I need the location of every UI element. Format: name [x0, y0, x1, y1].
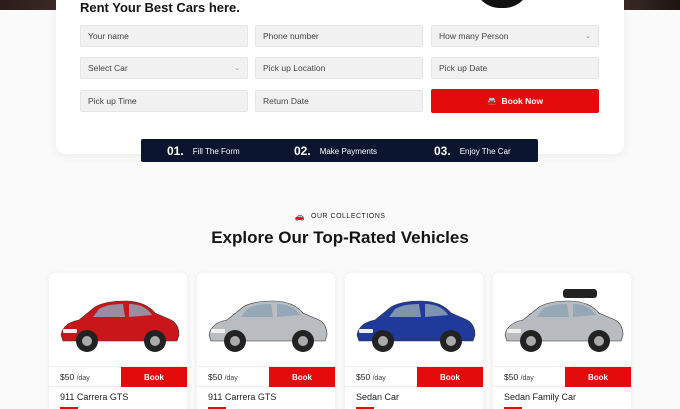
price-row: $50 /day Book [197, 366, 335, 387]
chevron-down-icon: ⌄ [585, 33, 591, 40]
car-hub-rear [150, 336, 160, 346]
hero-image-edge-right [624, 0, 680, 10]
return-date-placeholder: Return Date [263, 96, 309, 106]
price-unit: /day [372, 375, 386, 382]
pickup-time-placeholder: Pick up Time [88, 96, 137, 106]
car-headlight [359, 329, 373, 333]
book-now-button[interactable]: 🚘 Book Now [431, 89, 599, 113]
car-icon: 🚗 [294, 212, 306, 221]
step-label: Fill The Form [192, 146, 240, 156]
price: $50 /day [356, 372, 386, 382]
car-hub-rear [446, 336, 456, 346]
pickup-location-field[interactable]: Pick up Location [255, 57, 423, 79]
price-row: $50 /day Book [493, 366, 631, 387]
vehicle-card[interactable]: $50 /day Book 911 Carrera GTS [49, 273, 187, 409]
phone-placeholder: Phone number [263, 31, 319, 41]
vehicle-name[interactable]: 911 Carrera GTS [208, 392, 276, 402]
persons-select[interactable]: How many Person ⌄ [431, 25, 599, 47]
car-hub-rear [298, 336, 308, 346]
car-headlight [211, 329, 225, 333]
pickup-time-field[interactable]: Pick up Time [80, 90, 248, 112]
car-select[interactable]: Select Car ⌄ [80, 57, 248, 79]
booking-title: Rent Your Best Cars here. [80, 0, 240, 15]
book-now-label: Book Now [501, 96, 544, 106]
hero-car-image [474, 0, 530, 8]
vehicle-name[interactable]: Sedan Family Car [504, 392, 576, 402]
roof-box [563, 289, 597, 298]
price: $50 /day [208, 372, 238, 382]
car-hub-front [526, 336, 536, 346]
book-button[interactable]: Book [417, 367, 483, 387]
name-placeholder: Your name [88, 31, 129, 41]
book-button[interactable]: Book [565, 367, 631, 387]
price-value: $50 [60, 372, 75, 382]
price-row: $50 /day Book [345, 366, 483, 387]
vehicle-card[interactable]: $50 /day Book 911 Carrera GTS [197, 273, 335, 409]
section-kicker: 🚗 OUR COLLECTIONS [0, 212, 680, 221]
vehicle-name[interactable]: 911 Carrera GTS [60, 392, 128, 402]
step-label: Enjoy The Car [459, 146, 511, 156]
phone-field[interactable]: Phone number [255, 25, 423, 47]
car-image [60, 300, 180, 352]
vehicle-card[interactable]: $50 /day Book Sedan Family Car [493, 273, 631, 409]
step-label: Make Payments [319, 146, 378, 156]
page: Rent Your Best Cars here. Your name Phon… [0, 0, 680, 409]
pickup-location-placeholder: Pick up Location [263, 63, 326, 73]
car-hub-front [82, 336, 92, 346]
step-number: 02. [294, 144, 311, 158]
hero-image-edge-left [0, 0, 56, 10]
step-number: 01. [167, 144, 184, 158]
booking-form-card: Rent Your Best Cars here. Your name Phon… [56, 0, 624, 154]
car-image [504, 289, 624, 352]
price-unit: /day [520, 375, 534, 382]
price-unit: /day [76, 375, 90, 382]
pickup-date-placeholder: Pick up Date [439, 63, 488, 73]
price-value: $50 [504, 372, 519, 382]
price-row: $50 /day Book [49, 366, 187, 387]
price: $50 /day [60, 372, 90, 382]
price: $50 /day [504, 372, 534, 382]
return-date-field[interactable]: Return Date [255, 90, 423, 112]
book-button[interactable]: Book [121, 367, 187, 387]
price-value: $50 [356, 372, 371, 382]
persons-placeholder: How many Person [439, 31, 509, 41]
pickup-date-field[interactable]: Pick up Date [431, 57, 599, 79]
car-image [356, 300, 476, 352]
name-field[interactable]: Your name [80, 25, 248, 47]
car-headlight [507, 329, 521, 333]
car-image [208, 300, 328, 352]
step-1: 01. Fill The Form [167, 144, 240, 158]
step-3: 03. Enjoy The Car [434, 144, 511, 158]
vehicle-card[interactable]: $50 /day Book Sedan Car [345, 273, 483, 409]
step-number: 03. [434, 144, 451, 158]
book-button[interactable]: Book [269, 367, 335, 387]
car-headlight [63, 329, 77, 333]
price-value: $50 [208, 372, 223, 382]
car-hub-front [378, 336, 388, 346]
section-title: Explore Our Top-Rated Vehicles [211, 228, 469, 247]
vehicle-name[interactable]: Sedan Car [356, 392, 399, 402]
car-hub-front [230, 336, 240, 346]
price-unit: /day [224, 375, 238, 382]
step-2: 02. Make Payments [294, 144, 377, 158]
kicker-text: OUR COLLECTIONS [311, 213, 386, 220]
car-hub-rear [594, 336, 604, 346]
car-placeholder: Select Car [88, 63, 128, 73]
chevron-down-icon: ⌄ [234, 65, 240, 72]
steps-bar: 01. Fill The Form 02. Make Payments 03. … [141, 139, 538, 162]
car-icon: 🚘 [486, 95, 498, 106]
